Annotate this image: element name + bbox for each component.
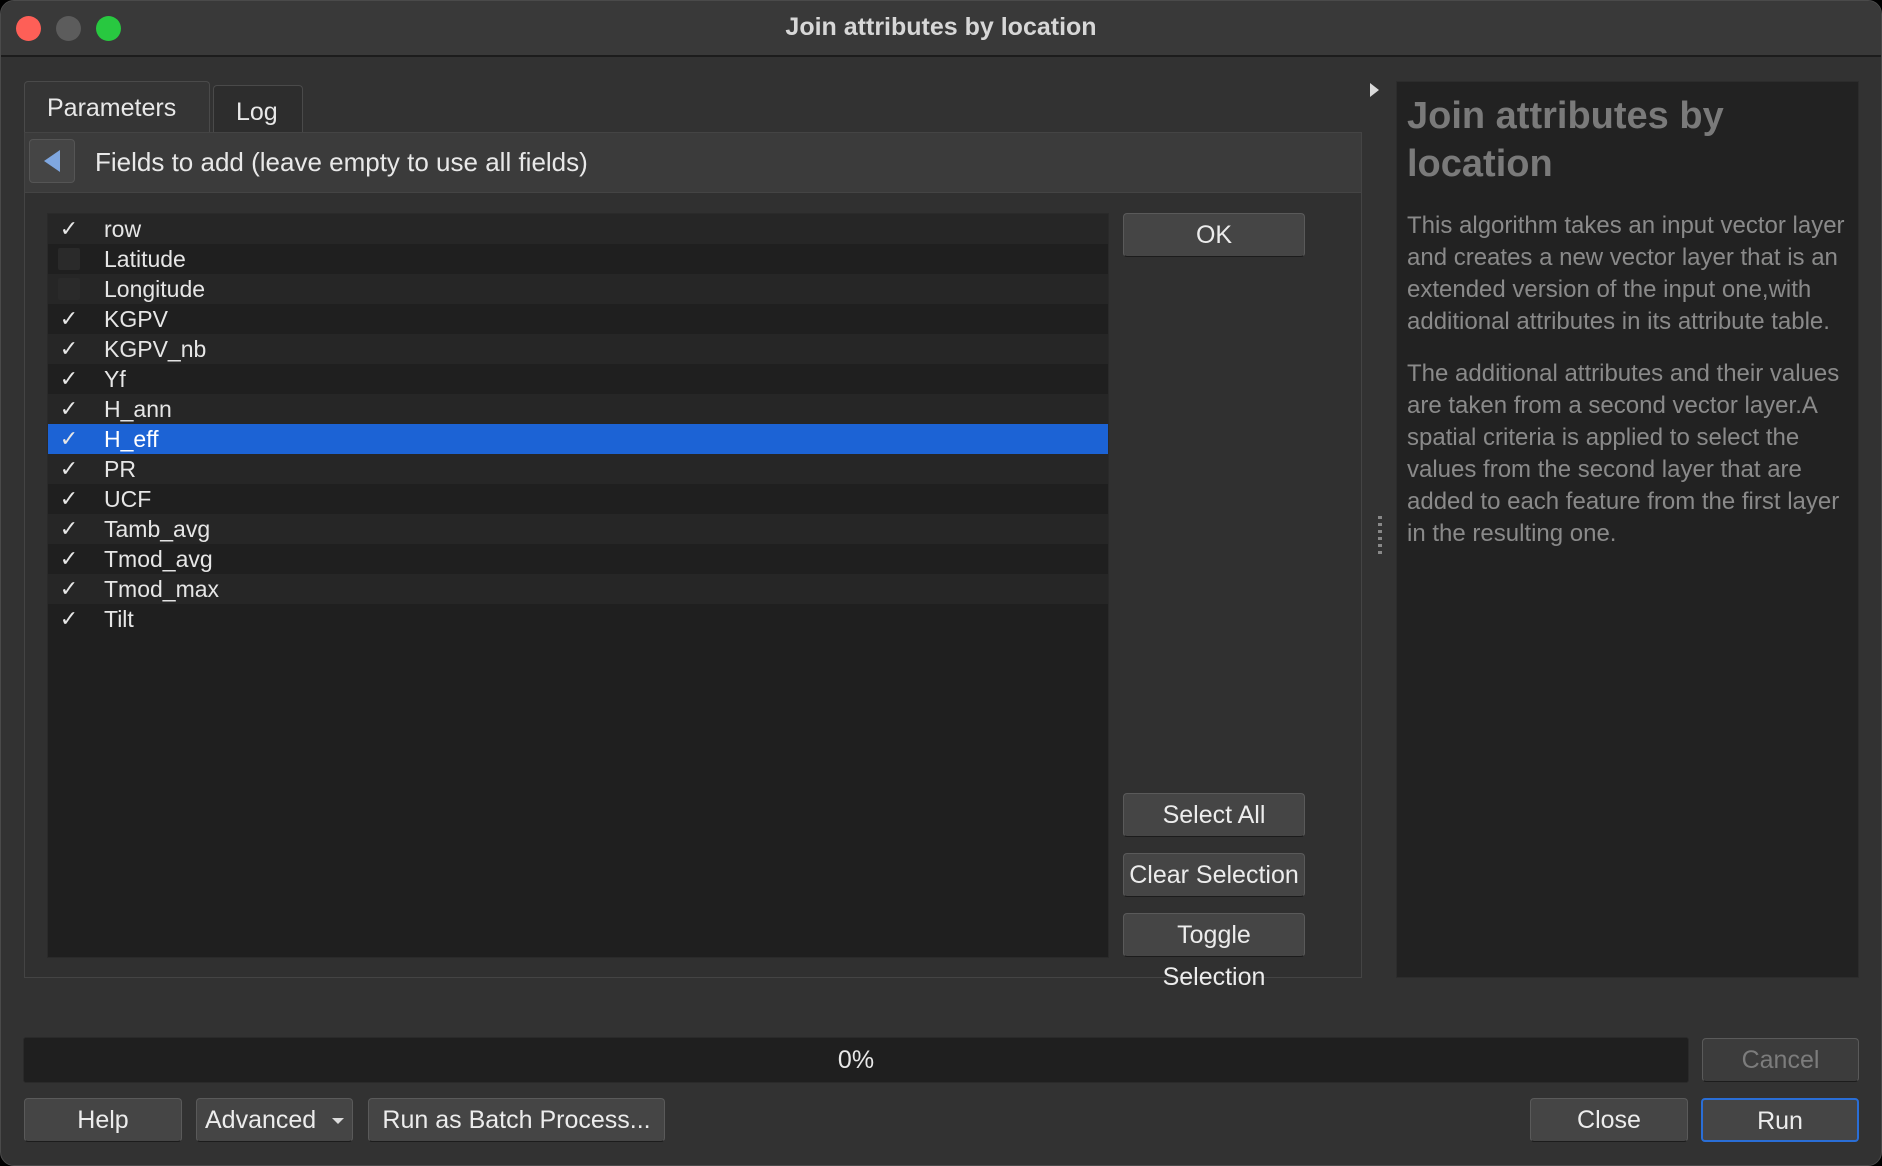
help-paragraph: The additional attributes and their valu… (1407, 360, 1840, 547)
field-name: Tilt (104, 605, 134, 632)
window-title: Join attributes by location (785, 13, 1097, 41)
checkbox-empty[interactable] (58, 278, 80, 300)
panel-title: Fields to add (leave empty to use all fi… (95, 147, 588, 177)
title-bar: Join attributes by location (1, 1, 1881, 57)
field-name: Latitude (104, 245, 186, 272)
field-name: KGPV_nb (104, 335, 207, 362)
field-list-item[interactable]: ✓ H_ann (48, 394, 1108, 424)
clear-selection-button[interactable]: Clear Selection (1123, 853, 1305, 897)
field-list-item[interactable]: ✓ Yf (48, 364, 1108, 394)
checkmark-icon[interactable]: ✓ (58, 458, 80, 480)
collapse-help-icon[interactable] (1370, 83, 1379, 97)
checkmark-icon[interactable]: ✓ (58, 608, 80, 630)
field-list-item[interactable]: ✓ UCF (48, 484, 1108, 514)
dialog-window: Join attributes by location Parameters L… (0, 0, 1882, 1166)
checkmark-icon[interactable]: ✓ (58, 428, 80, 450)
checkmark-icon[interactable]: ✓ (58, 368, 80, 390)
field-name: PR (104, 455, 136, 482)
run-button[interactable]: Run (1701, 1098, 1859, 1142)
field-list-item[interactable]: ✓ Tmod_avg (48, 544, 1108, 574)
field-list-item[interactable]: ✓ Tamb_avg (48, 514, 1108, 544)
checkmark-icon[interactable]: ✓ (58, 338, 80, 360)
field-name: H_ann (104, 395, 172, 422)
ok-button[interactable]: OK (1123, 213, 1305, 257)
run-batch-button[interactable]: Run as Batch Process... (368, 1098, 665, 1142)
field-list-item[interactable]: ✓ Tilt (48, 604, 1108, 634)
field-list-item[interactable]: ✓ Tmod_max (48, 574, 1108, 604)
field-name: Tmod_max (104, 575, 220, 602)
help-title: Join attributes by location (1407, 95, 1724, 185)
progress-label: 0% (837, 1046, 875, 1074)
checkmark-icon[interactable]: ✓ (58, 218, 80, 240)
cancel-button[interactable]: Cancel (1702, 1038, 1859, 1082)
back-button[interactable] (29, 139, 75, 183)
field-list-item[interactable]: ✓ KGPV_nb (48, 334, 1108, 364)
advanced-dropdown-button[interactable]: Advanced (196, 1098, 353, 1142)
select-all-button[interactable]: Select All (1123, 793, 1305, 837)
field-name: Longitude (104, 275, 206, 302)
field-list-item[interactable]: ✓ H_eff (48, 424, 1108, 454)
checkbox-empty[interactable] (58, 248, 80, 270)
field-name: Tmod_avg (104, 545, 213, 572)
close-button[interactable]: Close (1530, 1098, 1688, 1142)
panel-header: Fields to add (leave empty to use all fi… (25, 133, 1361, 193)
parameters-panel: Fields to add (leave empty to use all fi… (24, 132, 1362, 991)
chevron-down-icon (332, 1118, 344, 1124)
field-name: Yf (104, 365, 126, 392)
field-list-item[interactable]: ✓ KGPV (48, 304, 1108, 334)
help-button[interactable]: Help (24, 1098, 182, 1142)
field-name: KGPV (104, 305, 168, 332)
checkmark-icon[interactable]: ✓ (58, 518, 80, 540)
field-list-item[interactable]: ✓ PR (48, 454, 1108, 484)
field-list[interactable]: ✓ row Latitude Longitude ✓ KGPV ✓ KGPV_nb ✓ Yf ✓ H_… (47, 213, 1109, 958)
field-list-item[interactable]: Longitude (48, 274, 1108, 304)
toggle-selection-button[interactable]: Toggle Selection (1123, 913, 1305, 991)
field-name: row (104, 215, 142, 242)
progress-bar: 0% (23, 1037, 1689, 1083)
checkmark-icon[interactable]: ✓ (58, 548, 80, 570)
tab-log[interactable]: Log (213, 85, 303, 133)
field-list-item[interactable]: Latitude (48, 244, 1108, 274)
checkmark-icon[interactable]: ✓ (58, 488, 80, 510)
splitter-handle[interactable] (1378, 516, 1382, 556)
back-arrow-icon (44, 150, 60, 172)
field-name: H_eff (104, 425, 159, 452)
advanced-label: Advanced (205, 1106, 317, 1134)
checkmark-icon[interactable]: ✓ (58, 398, 80, 420)
help-paragraph: This algorithm takes an input vector lay… (1407, 212, 1845, 335)
field-name: Tamb_avg (104, 515, 211, 542)
field-list-item[interactable]: ✓ row (48, 214, 1108, 244)
checkmark-icon[interactable]: ✓ (58, 578, 80, 600)
field-name: UCF (104, 485, 152, 512)
checkmark-icon[interactable]: ✓ (58, 308, 80, 330)
tab-parameters[interactable]: Parameters (24, 81, 210, 133)
help-panel: Join attributes by location This algorit… (1396, 81, 1859, 978)
